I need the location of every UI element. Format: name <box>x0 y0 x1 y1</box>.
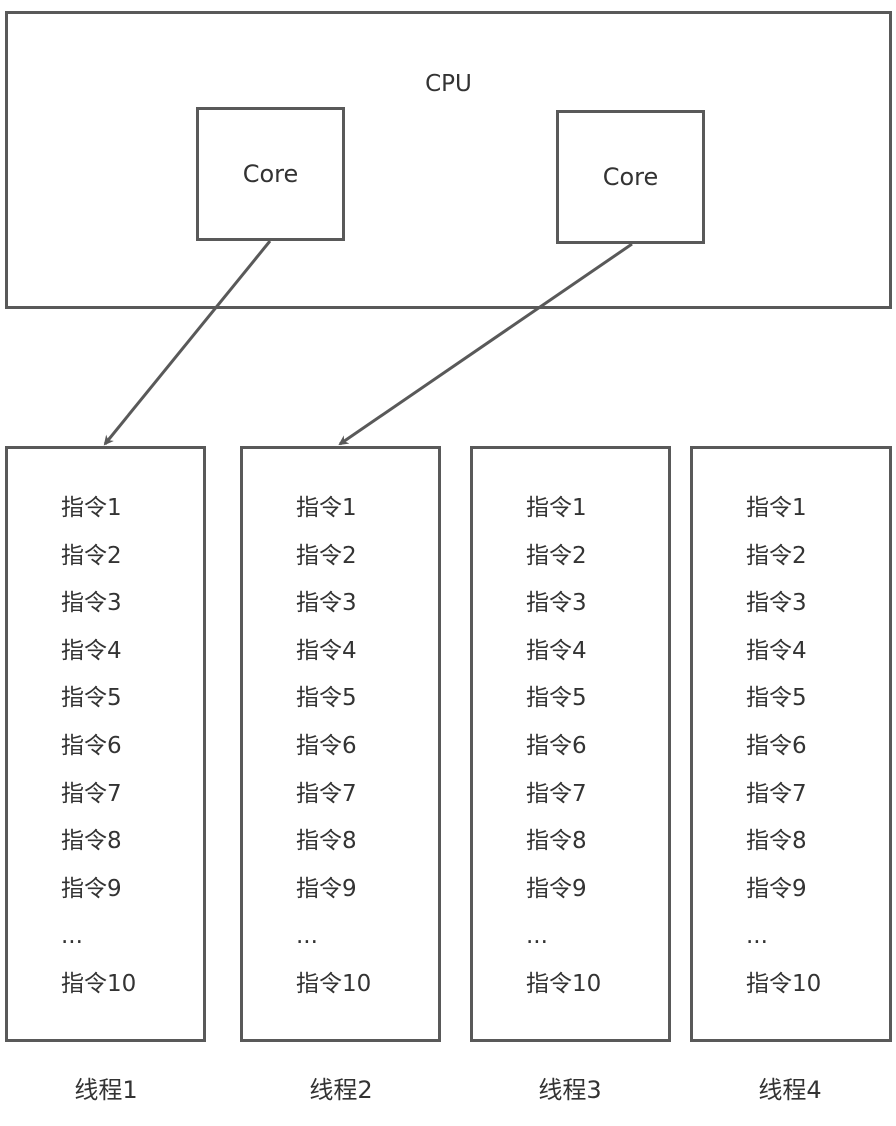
instruction-item: 指令2 <box>746 542 807 569</box>
instruction-item: 指令4 <box>746 637 807 664</box>
instruction-item: 指令6 <box>296 732 357 759</box>
instruction-item: 指令9 <box>746 875 807 902</box>
instruction-list: 指令1 指令2 指令3 指令4 指令5 指令6 指令7 指令8 指令9... 指令10 <box>526 485 601 1009</box>
instruction-item: 指令1 <box>526 495 587 521</box>
core-2-label: Core <box>602 163 659 191</box>
instruction-item: 指令5 <box>526 685 587 712</box>
instruction-item: 指令3 <box>296 590 357 617</box>
instruction-item: 指令6 <box>526 732 587 759</box>
instruction-item: 指令3 <box>61 590 122 617</box>
instruction-item: 指令7 <box>296 780 357 807</box>
instruction-item: ... <box>61 923 83 950</box>
instruction-item: 指令10 <box>61 970 137 997</box>
core-1-label: Core <box>242 160 299 188</box>
instruction-item: 指令8 <box>61 828 122 855</box>
instruction-item: 指令8 <box>296 828 357 855</box>
thread-2-label: 线程2 <box>309 1076 373 1104</box>
instruction-item: 指令9 <box>526 875 587 902</box>
instruction-item: 指令2 <box>526 542 587 569</box>
instruction-item: 指令4 <box>61 637 122 664</box>
instruction-item: 指令7 <box>746 780 807 807</box>
instruction-list: 指令1 指令2 指令3 指令4 指令5 指令6 指令7 指令8 指令9... 指令10 <box>746 485 821 1009</box>
thread-1-box: 指令1 指令2 指令3 指令4 指令5 指令6 指令7 指令8 指令9... 指令10 <box>5 446 206 1042</box>
thread-4-label: 线程4 <box>758 1076 822 1104</box>
instruction-item: 指令8 <box>746 828 807 855</box>
thread-3-label: 线程3 <box>538 1076 602 1104</box>
instruction-item: 指令4 <box>526 637 587 664</box>
instruction-item: 指令5 <box>61 685 122 712</box>
instruction-item: 指令3 <box>526 590 587 617</box>
cpu-box: CPU <box>5 11 892 309</box>
instruction-item: 指令1 <box>296 495 357 521</box>
instruction-item: 指令1 <box>61 495 122 521</box>
instruction-item: 指令10 <box>526 970 602 997</box>
instruction-item: 指令3 <box>746 590 807 617</box>
instruction-item: 指令6 <box>746 732 807 759</box>
core-2-box: Core <box>556 110 705 244</box>
instruction-item: ... <box>526 923 548 950</box>
instruction-item: 指令10 <box>746 970 822 997</box>
instruction-item: 指令8 <box>526 828 587 855</box>
instruction-item: 指令7 <box>61 780 122 807</box>
instruction-item: ... <box>296 923 318 950</box>
thread-1-label: 线程1 <box>74 1076 138 1104</box>
thread-4-box: 指令1 指令2 指令3 指令4 指令5 指令6 指令7 指令8 指令9... 指令10 <box>690 446 892 1042</box>
thread-2-box: 指令1 指令2 指令3 指令4 指令5 指令6 指令7 指令8 指令9... 指令10 <box>240 446 441 1042</box>
instruction-item: 指令9 <box>296 875 357 902</box>
instruction-list: 指令1 指令2 指令3 指令4 指令5 指令6 指令7 指令8 指令9... 指令10 <box>296 485 371 1009</box>
instruction-item: 指令9 <box>61 875 122 902</box>
cpu-label: CPU <box>425 71 472 97</box>
instruction-item: 指令5 <box>746 685 807 712</box>
core-1-box: Core <box>196 107 345 241</box>
instruction-item: 指令1 <box>746 495 807 521</box>
instruction-item: 指令10 <box>296 970 372 997</box>
thread-3-box: 指令1 指令2 指令3 指令4 指令5 指令6 指令7 指令8 指令9... 指令10 <box>470 446 671 1042</box>
instruction-list: 指令1 指令2 指令3 指令4 指令5 指令6 指令7 指令8 指令9... 指令10 <box>61 485 136 1009</box>
instruction-item: 指令6 <box>61 732 122 759</box>
instruction-item: 指令4 <box>296 637 357 664</box>
instruction-item: 指令2 <box>61 542 122 569</box>
instruction-item: ... <box>746 923 768 950</box>
instruction-item: 指令2 <box>296 542 357 569</box>
instruction-item: 指令5 <box>296 685 357 712</box>
instruction-item: 指令7 <box>526 780 587 807</box>
